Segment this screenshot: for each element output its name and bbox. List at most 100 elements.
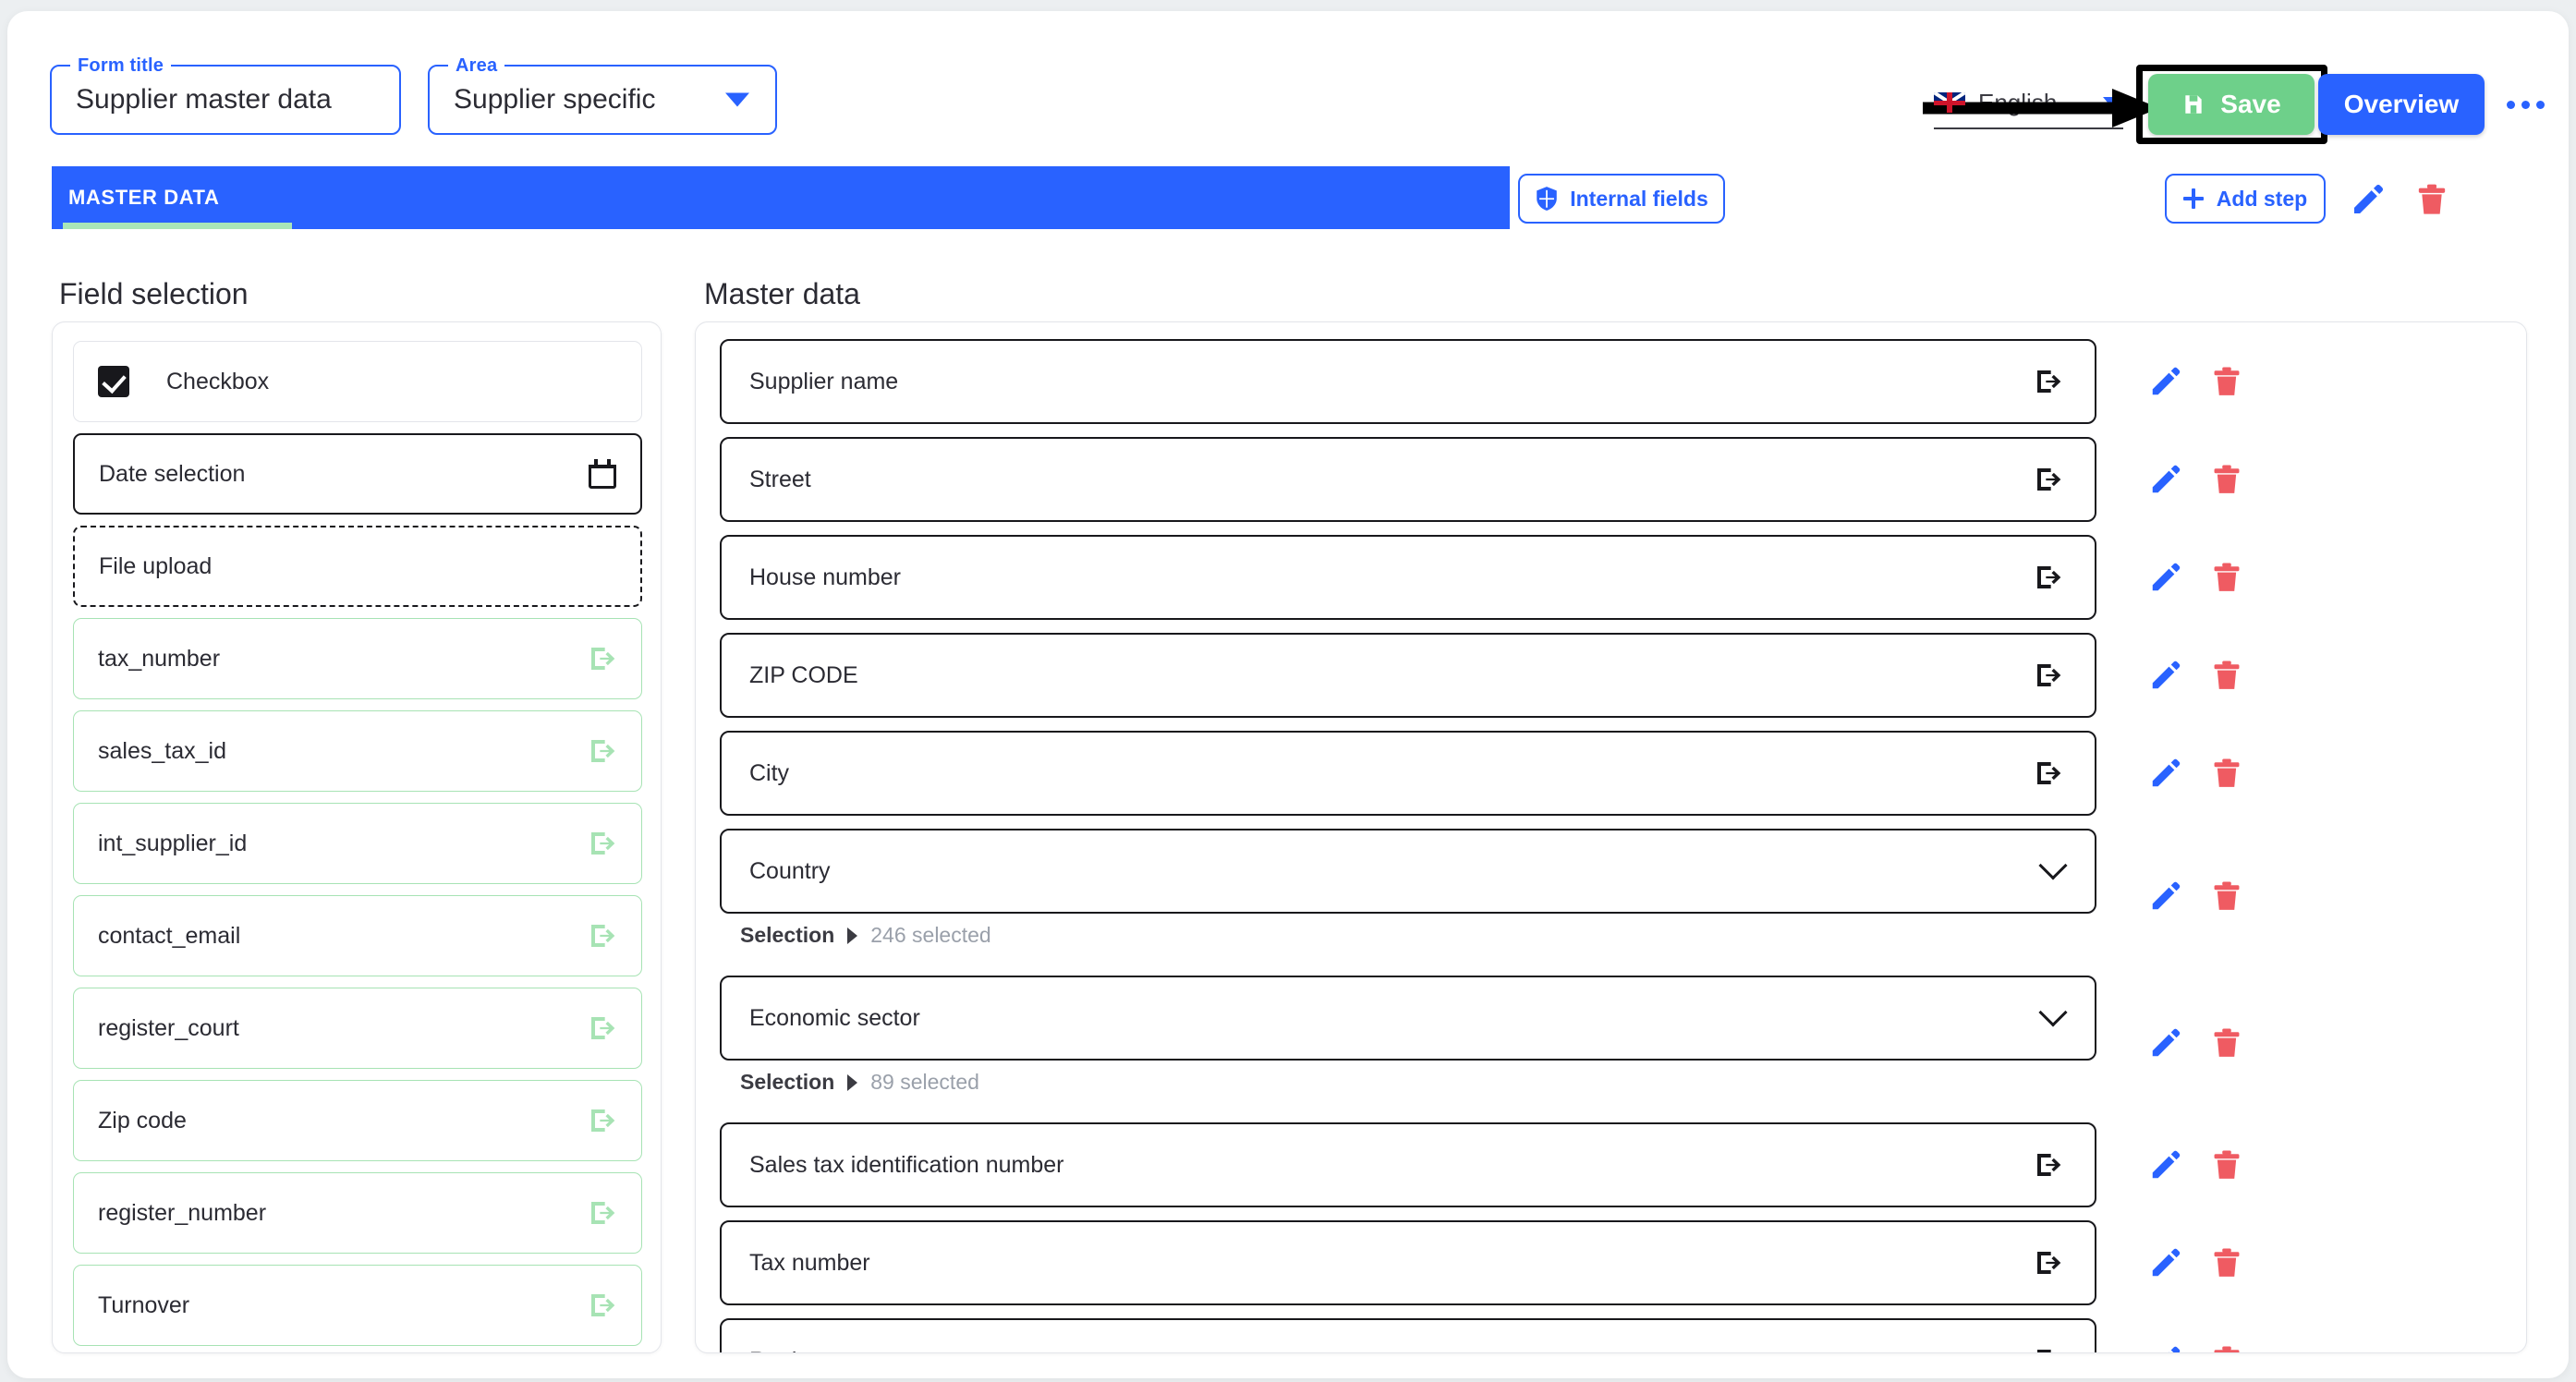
pencil-icon[interactable] — [2148, 756, 2183, 791]
field-selection-item-label: Date selection — [99, 460, 246, 487]
master-data-row: City — [720, 731, 2508, 816]
input-field-icon — [591, 832, 615, 855]
pencil-icon[interactable] — [2148, 879, 2183, 914]
tab-master-data-label: MASTER DATA — [68, 186, 220, 209]
input-field-icon — [591, 1017, 615, 1039]
overview-button-label: Overview — [2343, 90, 2460, 118]
form-title-field[interactable]: Form title Supplier master data — [50, 55, 401, 135]
save-button[interactable]: Save — [2148, 74, 2315, 135]
form-title-label: Form title — [70, 55, 172, 77]
area-select[interactable]: Area Supplier specific — [428, 55, 777, 135]
field-selection-item[interactable]: File upload — [73, 526, 642, 607]
field-selection-item[interactable]: tax_number — [73, 618, 642, 699]
selection-count: 246 selected — [870, 923, 991, 947]
master-data-row-actions — [2148, 1245, 2244, 1280]
master-data-field[interactable]: House number — [720, 535, 2096, 620]
add-step-button[interactable]: Add step — [2165, 174, 2326, 224]
trash-icon[interactable] — [2209, 1245, 2244, 1280]
trash-icon[interactable] — [2209, 879, 2244, 914]
field-selection-panel: Checkbox Date selection File upload tax_num… — [52, 321, 662, 1353]
trash-icon[interactable] — [2209, 756, 2244, 791]
field-selection-item[interactable]: Checkbox — [73, 341, 642, 422]
internal-fields-button[interactable]: Internal fields — [1518, 174, 1725, 224]
master-data-field[interactable]: Tax number — [720, 1220, 2096, 1305]
pencil-icon[interactable] — [2148, 1147, 2183, 1182]
tab-master-data[interactable]: MASTER DATA — [52, 166, 1510, 229]
pencil-icon[interactable] — [2148, 1025, 2183, 1061]
master-data-row: Supplier name — [720, 339, 2508, 424]
master-data-selection-row[interactable]: Selection 89 selected — [720, 1061, 2508, 1109]
master-data-field-label: House number — [749, 564, 901, 590]
master-data-row-actions — [2148, 658, 2244, 693]
input-field-icon — [591, 1294, 615, 1316]
field-selection-item[interactable]: int_supplier_id — [73, 803, 642, 884]
field-selection-list: Checkbox Date selection File upload tax_num… — [73, 341, 642, 1352]
input-field-icon — [2037, 1252, 2061, 1274]
field-selection-item[interactable]: register_court — [73, 988, 642, 1069]
shield-icon — [1537, 187, 1557, 211]
pencil-icon[interactable] — [2148, 364, 2183, 399]
pencil-icon[interactable] — [2148, 1343, 2183, 1353]
input-field-icon — [591, 1202, 615, 1224]
master-data-row-actions — [2148, 364, 2244, 399]
language-selector[interactable]: English — [1934, 78, 2123, 129]
input-field-icon — [591, 740, 615, 762]
ellipsis-icon[interactable] — [2502, 85, 2548, 124]
master-data-row: Economic sector Selection 89 selected — [720, 976, 2508, 1109]
field-selection-item-label: tax_number — [98, 645, 221, 672]
trash-icon[interactable] — [2209, 1147, 2244, 1182]
field-selection-item[interactable]: Turnover — [73, 1265, 642, 1346]
master-data-field-label: ZIP CODE — [749, 661, 858, 688]
pencil-icon[interactable] — [2350, 181, 2387, 218]
chevron-right-icon — [847, 1073, 858, 1091]
save-button-label: Save — [2220, 90, 2281, 118]
chevron-right-icon — [847, 927, 858, 944]
master-data-row-actions — [2148, 879, 2244, 914]
field-selection-item-label: Zip code — [98, 1107, 187, 1133]
master-data-row: Tax number — [720, 1220, 2508, 1305]
checkbox-checked-icon[interactable] — [98, 366, 129, 397]
field-selection-item-label: register_number — [98, 1199, 267, 1226]
overview-button[interactable]: Overview — [2318, 74, 2485, 135]
master-data-field-label: Sales tax identification number — [749, 1151, 1064, 1178]
pencil-icon[interactable] — [2148, 658, 2183, 693]
master-data-row-actions — [2148, 1147, 2244, 1182]
trash-icon[interactable] — [2209, 658, 2244, 693]
master-data-field[interactable]: Register court — [720, 1318, 2096, 1353]
master-data-row-actions — [2148, 1025, 2244, 1061]
master-data-field-label: Register court — [749, 1348, 2034, 1353]
master-data-row: Country Selection 246 selected — [720, 829, 2508, 963]
trash-icon[interactable] — [2209, 1343, 2244, 1353]
input-field-icon — [2037, 1154, 2061, 1176]
trash-icon[interactable] — [2209, 462, 2244, 497]
field-selection-item[interactable]: register_number — [73, 1172, 642, 1254]
input-field-icon — [2037, 468, 2061, 491]
master-data-field[interactable]: Street — [720, 437, 2096, 522]
form-title-value: Supplier master data — [76, 84, 332, 115]
field-selection-item[interactable]: Zip code — [73, 1080, 642, 1161]
pencil-icon[interactable] — [2148, 1245, 2183, 1280]
field-selection-item[interactable]: Date selection — [73, 433, 642, 515]
master-data-field[interactable]: Economic sector — [720, 976, 2096, 1061]
field-selection-item-label: File upload — [99, 552, 213, 579]
master-data-field[interactable]: ZIP CODE — [720, 633, 2096, 718]
trash-icon[interactable] — [2413, 181, 2450, 218]
trash-icon[interactable] — [2209, 560, 2244, 595]
master-data-field[interactable]: Supplier name — [720, 339, 2096, 424]
trash-icon[interactable] — [2209, 364, 2244, 399]
pencil-icon[interactable] — [2148, 560, 2183, 595]
selection-label: Selection — [740, 923, 835, 947]
field-selection-item-label: register_court — [98, 1014, 239, 1041]
master-data-field[interactable]: Country — [720, 829, 2096, 914]
master-data-field[interactable]: City — [720, 731, 2096, 816]
field-selection-item[interactable]: contact_email — [73, 895, 642, 976]
input-field-icon — [2037, 1350, 2051, 1352]
language-value: English — [1978, 88, 2058, 116]
pencil-icon[interactable] — [2148, 462, 2183, 497]
field-selection-item-label: Checkbox — [166, 368, 270, 394]
master-data-row-actions — [2148, 1343, 2244, 1353]
master-data-selection-row[interactable]: Selection 246 selected — [720, 914, 2508, 963]
master-data-field[interactable]: Sales tax identification number — [720, 1122, 2096, 1207]
trash-icon[interactable] — [2209, 1025, 2244, 1061]
field-selection-item[interactable]: sales_tax_id — [73, 710, 642, 792]
